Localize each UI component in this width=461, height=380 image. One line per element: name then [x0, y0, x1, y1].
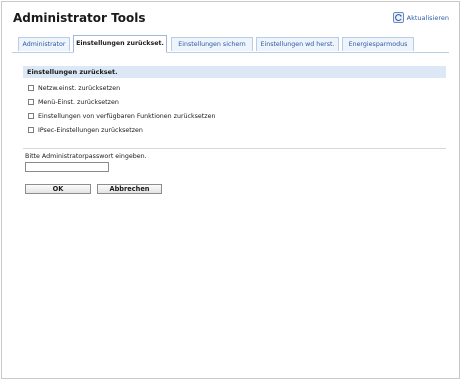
option-reset-ipsec[interactable]: IPsec-Einstellungen zurücksetzen [28, 125, 143, 135]
checkbox[interactable] [28, 85, 34, 91]
password-label: Bitte Administratorpasswort eingeben. [25, 153, 147, 160]
tab-reset-settings[interactable]: Einstellungen zurückset. [73, 35, 167, 53]
tab-backup-settings[interactable]: Einstellungen sichern [171, 37, 253, 51]
tab-restore-settings[interactable]: Einstellungen wd herst. [256, 37, 339, 51]
checkbox[interactable] [28, 127, 34, 133]
checkbox[interactable] [28, 99, 34, 105]
option-reset-menu[interactable]: Menü-Einst. zurücksetzen [28, 97, 119, 107]
option-label: IPsec-Einstellungen zurücksetzen [38, 126, 143, 134]
refresh-icon [392, 12, 404, 23]
divider [23, 148, 446, 149]
page-title: Administrator Tools [13, 11, 146, 25]
refresh-label: Aktualisieren [406, 13, 449, 22]
option-label: Menü-Einst. zurücksetzen [38, 98, 119, 106]
refresh-button[interactable]: Aktualisieren [392, 12, 449, 23]
tab-administrator[interactable]: Administrator [18, 37, 70, 51]
tab-bar: Administrator Einstellungen zurückset. E… [12, 34, 449, 53]
app-frame: Administrator Tools Aktualisieren Admini… [1, 1, 460, 379]
checkbox[interactable] [28, 113, 34, 119]
option-label: Einstellungen von verfügbaren Funktionen… [38, 112, 216, 120]
ok-button[interactable]: OK [25, 184, 91, 194]
option-reset-network[interactable]: Netzw.einst. zurücksetzen [28, 83, 120, 93]
option-label: Netzw.einst. zurücksetzen [38, 84, 121, 92]
option-reset-functions[interactable]: Einstellungen von verfügbaren Funktionen… [28, 111, 215, 121]
section-header: Einstellungen zurückset. [23, 66, 446, 78]
password-field[interactable] [25, 162, 109, 172]
tab-energy-saver[interactable]: Energiesparmodus [342, 37, 414, 51]
cancel-button[interactable]: Abbrechen [97, 184, 162, 194]
